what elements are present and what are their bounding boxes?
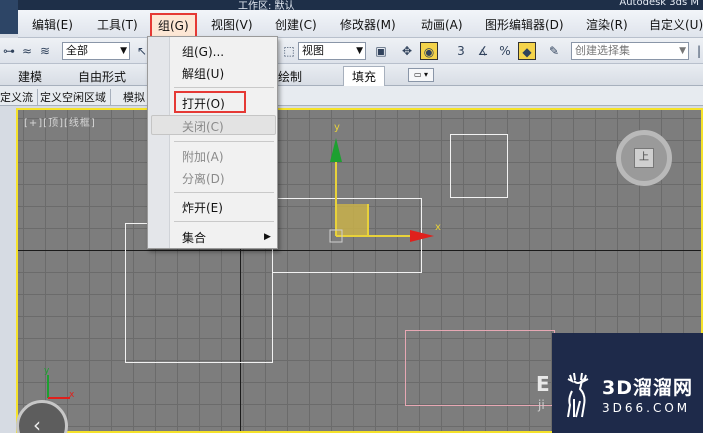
- named-selection-placeholder: 创建选择集: [575, 44, 630, 57]
- subtab-define-idle-areas[interactable]: 定义空闲区域: [36, 89, 111, 105]
- main-toolbar: ⊶ ≈ ≋ 全部 ▼ ↖ ⬚ 视图 ▼ ▣ ✥ ◉ 3 ∡ % ◆ ✎ 创建选择…: [0, 38, 703, 64]
- menu-create[interactable]: 创建(C): [275, 16, 317, 33]
- menu-bar: 编辑(E) 工具(T) 组(G) 视图(V) 创建(C) 修改器(M) 动画(A…: [18, 10, 703, 38]
- watermark: 3D溜溜网 3D66.COM: [552, 333, 703, 433]
- pivot-center-icon[interactable]: ▣: [372, 42, 390, 60]
- reference-coordinate-dropdown[interactable]: 视图 ▼: [298, 42, 366, 60]
- menu-rendering[interactable]: 渲染(R): [586, 16, 628, 33]
- menu-item-open[interactable]: 打开(O): [182, 95, 225, 112]
- menu-separator: [174, 87, 274, 88]
- viewport-label[interactable]: [+][顶][线框]: [24, 114, 96, 129]
- menu-item-group[interactable]: 组(G)...: [182, 43, 224, 60]
- menu-item-attach[interactable]: 附加(A): [182, 148, 224, 165]
- viewcube-top-face[interactable]: 上: [634, 148, 654, 168]
- menu-item-ungroup[interactable]: 解组(U): [182, 65, 224, 82]
- axis-x-label: x: [435, 222, 441, 233]
- menu-group[interactable]: 组(G): [150, 13, 197, 38]
- gizmo-y-arrow: [330, 138, 342, 162]
- app-window: 工作区: 默认 Autodesk 3ds M 编辑(E) 工具(T) 组(G) …: [0, 0, 703, 433]
- menu-separator: [174, 141, 274, 142]
- keyboard-shortcut-icon[interactable]: ◉: [420, 42, 438, 60]
- viewcube[interactable]: 上: [616, 130, 672, 186]
- mini-axis-y-label: y: [44, 366, 50, 376]
- spinner-snap-icon[interactable]: ◆: [518, 42, 536, 60]
- menu-graph-editors[interactable]: 图形编辑器(D): [485, 16, 564, 33]
- menu-item-close[interactable]: 关闭(C): [182, 118, 224, 135]
- unlink-icon[interactable]: ≈: [18, 42, 36, 60]
- menu-animation[interactable]: 动画(A): [421, 16, 463, 33]
- deer-logo-icon: [567, 372, 589, 418]
- edit-named-selection-icon[interactable]: ✎: [545, 42, 563, 60]
- watermark-fragment: E: [536, 372, 550, 396]
- angle-snap-icon[interactable]: ∡: [474, 42, 492, 60]
- subtab-simulate[interactable]: 模拟: [119, 89, 150, 105]
- tab-freeform[interactable]: 自由形式: [78, 68, 126, 85]
- menu-modifiers[interactable]: 修改器(M): [340, 16, 396, 33]
- menu-customize[interactable]: 自定义(U): [649, 16, 703, 33]
- menu-item-detach[interactable]: 分离(D): [182, 170, 225, 187]
- watermark-fragment: ji: [538, 398, 545, 412]
- chevron-down-icon: ▼: [679, 46, 686, 56]
- title-bar: 工作区: 默认 Autodesk 3ds M: [0, 0, 703, 34]
- selection-filter-value: 全部: [66, 44, 88, 57]
- menu-separator: [174, 221, 274, 222]
- steering-wheel-icon[interactable]: ‹: [16, 400, 68, 433]
- group-bounding-box[interactable]: [272, 198, 422, 273]
- menu-edit[interactable]: 编辑(E): [32, 16, 73, 33]
- select-scale-icon[interactable]: ⬚: [280, 42, 298, 60]
- submenu-arrow-icon: ▶: [264, 232, 271, 242]
- subtab-define-flows[interactable]: 定义流: [0, 89, 38, 105]
- axis-y-label: y: [334, 122, 340, 133]
- menu-item-explode[interactable]: 炸开(E): [182, 199, 223, 216]
- menu-gutter: [148, 37, 170, 248]
- app-title: Autodesk 3ds M: [619, 0, 699, 8]
- snaps-toggle-icon[interactable]: 3: [452, 42, 470, 60]
- menu-view[interactable]: 视图(V): [211, 16, 253, 33]
- chevron-down-icon: ▼: [356, 46, 363, 56]
- reference-coordinate-value: 视图: [302, 44, 324, 57]
- menu-tools[interactable]: 工具(T): [97, 16, 138, 33]
- chevron-down-icon: ▼: [120, 46, 127, 56]
- mirror-icon[interactable]: |: [690, 42, 703, 60]
- rectangle-object[interactable]: [450, 134, 508, 198]
- ribbon-options-dropdown[interactable]: ▭ ▾: [408, 68, 434, 82]
- select-manipulate-icon[interactable]: ✥: [398, 42, 416, 60]
- ribbon-tabs: 建模 自由形式 绘制 填充 ▭ ▾: [0, 64, 703, 86]
- tab-modeling[interactable]: 建模: [18, 68, 42, 85]
- named-selection-input[interactable]: 创建选择集 ▼: [571, 42, 689, 60]
- mini-axis-x-label: x: [69, 390, 75, 400]
- bind-spacewarp-icon[interactable]: ≋: [36, 42, 54, 60]
- app-menu-button[interactable]: [0, 0, 18, 34]
- watermark-url: 3D66.COM: [602, 401, 691, 415]
- tab-paint[interactable]: 绘制: [278, 68, 302, 85]
- rectangle-object[interactable]: [405, 330, 555, 406]
- selection-filter-dropdown[interactable]: 全部 ▼: [62, 42, 130, 60]
- tab-populate[interactable]: 填充: [343, 66, 386, 86]
- populate-subtabs: 定义流 定义空闲区域 模拟: [0, 86, 703, 106]
- link-icon[interactable]: ⊶: [0, 42, 18, 60]
- group-dropdown-menu: 组(G)... 解组(U) 打开(O) 关闭(C) 附加(A) 分离(D) 炸开…: [147, 36, 278, 249]
- menu-item-assembly[interactable]: 集合: [182, 229, 206, 246]
- menu-separator: [174, 192, 274, 193]
- percent-snap-icon[interactable]: %: [496, 42, 514, 60]
- watermark-title: 3D溜溜网: [602, 377, 693, 399]
